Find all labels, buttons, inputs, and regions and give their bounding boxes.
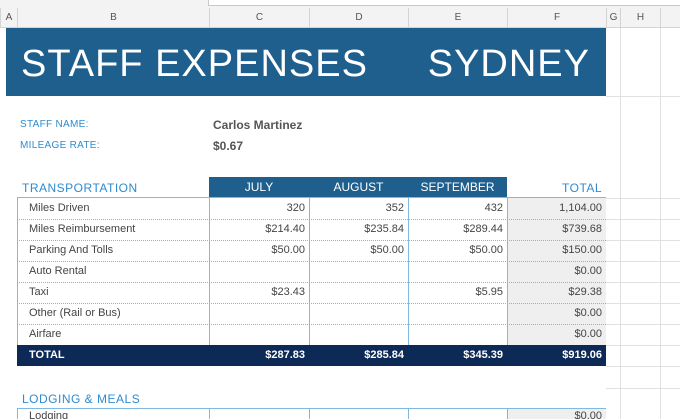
gridline (606, 261, 680, 262)
banner-city: SYDNEY (427, 43, 590, 85)
table-row: Lodging $0.00 (17, 409, 606, 419)
mileage-rate-label: MILEAGE RATE: (20, 140, 100, 151)
column-divider (309, 198, 310, 345)
table-row: Airfare $0.00 (17, 324, 606, 346)
cell-total[interactable]: $0.00 (507, 261, 606, 282)
staff-name-value[interactable]: Carlos Martinez (213, 118, 302, 132)
gridline (606, 345, 680, 346)
column-header-e[interactable]: E (408, 8, 507, 28)
column-header-c[interactable]: C (209, 8, 309, 28)
cell-july[interactable] (209, 324, 309, 345)
column-header-i[interactable] (660, 8, 680, 28)
column-header-d[interactable]: D (309, 8, 408, 28)
cell-august[interactable]: 352 (309, 198, 408, 219)
total-grand[interactable]: $919.06 (507, 345, 606, 366)
total-row: TOTAL $287.83 $285.84 $345.39 $919.06 (17, 345, 606, 366)
row-label[interactable]: Airfare (29, 324, 61, 345)
cell-total[interactable]: $0.00 (507, 409, 606, 419)
gridline (660, 28, 661, 419)
cell-july[interactable]: 320 (209, 198, 309, 219)
cell-total[interactable]: $739.68 (507, 219, 606, 240)
gridline (606, 219, 680, 220)
cell-september[interactable] (408, 324, 507, 345)
total-header[interactable]: TOTAL (562, 181, 602, 195)
formula-bar-edge (208, 0, 680, 6)
row-label[interactable]: Other (Rail or Bus) (29, 303, 121, 324)
banner-title: STAFF EXPENSES (21, 43, 368, 85)
cell-july[interactable]: $50.00 (209, 240, 309, 261)
total-july[interactable]: $287.83 (209, 345, 309, 366)
gridline (606, 388, 680, 389)
table-row: Taxi $23.43 $5.95 $29.38 (17, 282, 606, 304)
cell-total[interactable]: $29.38 (507, 282, 606, 303)
row-label[interactable]: Parking And Tolls (29, 240, 113, 261)
cell-august[interactable]: $235.84 (309, 219, 408, 240)
cell-august[interactable] (309, 282, 408, 303)
cell-total[interactable]: $0.00 (507, 324, 606, 345)
column-divider (408, 198, 409, 345)
gridline (606, 198, 680, 199)
lodging-title: LODGING & MEALS (22, 392, 141, 406)
column-header-a[interactable]: A (0, 8, 17, 28)
column-header-f[interactable]: F (507, 8, 606, 28)
cell-august[interactable] (309, 324, 408, 345)
cell-july[interactable]: $214.40 (209, 219, 309, 240)
gridline (606, 303, 680, 304)
transportation-title: TRANSPORTATION (22, 181, 138, 195)
cell-september[interactable]: $289.44 (408, 219, 507, 240)
row-label[interactable]: Miles Driven (29, 198, 90, 219)
cell-july[interactable]: $23.43 (209, 282, 309, 303)
cell-july[interactable] (209, 303, 309, 324)
table-row: Parking And Tolls $50.00 $50.00 $50.00 $… (17, 240, 606, 262)
total-september[interactable]: $345.39 (408, 345, 507, 366)
staff-name-label: STAFF NAME: (20, 119, 89, 130)
row-label[interactable]: Taxi (29, 282, 49, 303)
table-row: Miles Driven 320 352 432 1,104.00 (17, 198, 606, 220)
gridline (606, 240, 680, 241)
month-header-september[interactable]: SEPTEMBER (408, 177, 507, 198)
cell-september[interactable]: 432 (408, 198, 507, 219)
cell-september[interactable]: $50.00 (408, 240, 507, 261)
row-label[interactable]: Lodging (29, 409, 68, 419)
month-header-august[interactable]: AUGUST (309, 177, 408, 198)
table-row: Miles Reimbursement $214.40 $235.84 $289… (17, 219, 606, 241)
total-august[interactable]: $285.84 (309, 345, 408, 366)
cell-july[interactable] (209, 261, 309, 282)
cell-august[interactable]: $50.00 (309, 240, 408, 261)
column-header-g[interactable]: G (606, 8, 620, 28)
column-header-b[interactable]: B (17, 8, 209, 28)
month-header-july[interactable]: JULY (209, 177, 309, 198)
gridline (606, 282, 680, 283)
column-divider (17, 198, 18, 345)
column-divider (507, 198, 508, 345)
table-row: Auto Rental $0.00 (17, 261, 606, 283)
cell-september[interactable] (408, 261, 507, 282)
cell-total[interactable]: 1,104.00 (507, 198, 606, 219)
cell-september[interactable]: $5.95 (408, 282, 507, 303)
gridline (606, 366, 680, 367)
column-header-h[interactable]: H (620, 8, 660, 28)
cell-september[interactable] (408, 303, 507, 324)
cell-august[interactable] (309, 303, 408, 324)
gridline (620, 28, 621, 419)
gridline (606, 324, 680, 325)
row-label[interactable]: Auto Rental (29, 261, 86, 282)
gridline (606, 96, 680, 97)
row-label[interactable]: Miles Reimbursement (29, 219, 135, 240)
cell-total[interactable]: $150.00 (507, 240, 606, 261)
cell-august[interactable] (309, 261, 408, 282)
total-row-label[interactable]: TOTAL (29, 345, 65, 366)
title-banner[interactable]: STAFF EXPENSES SYDNEY (6, 28, 606, 96)
table-row: Other (Rail or Bus) $0.00 (17, 303, 606, 325)
cell-total[interactable]: $0.00 (507, 303, 606, 324)
column-divider (209, 198, 210, 345)
mileage-rate-value[interactable]: $0.67 (213, 139, 243, 153)
